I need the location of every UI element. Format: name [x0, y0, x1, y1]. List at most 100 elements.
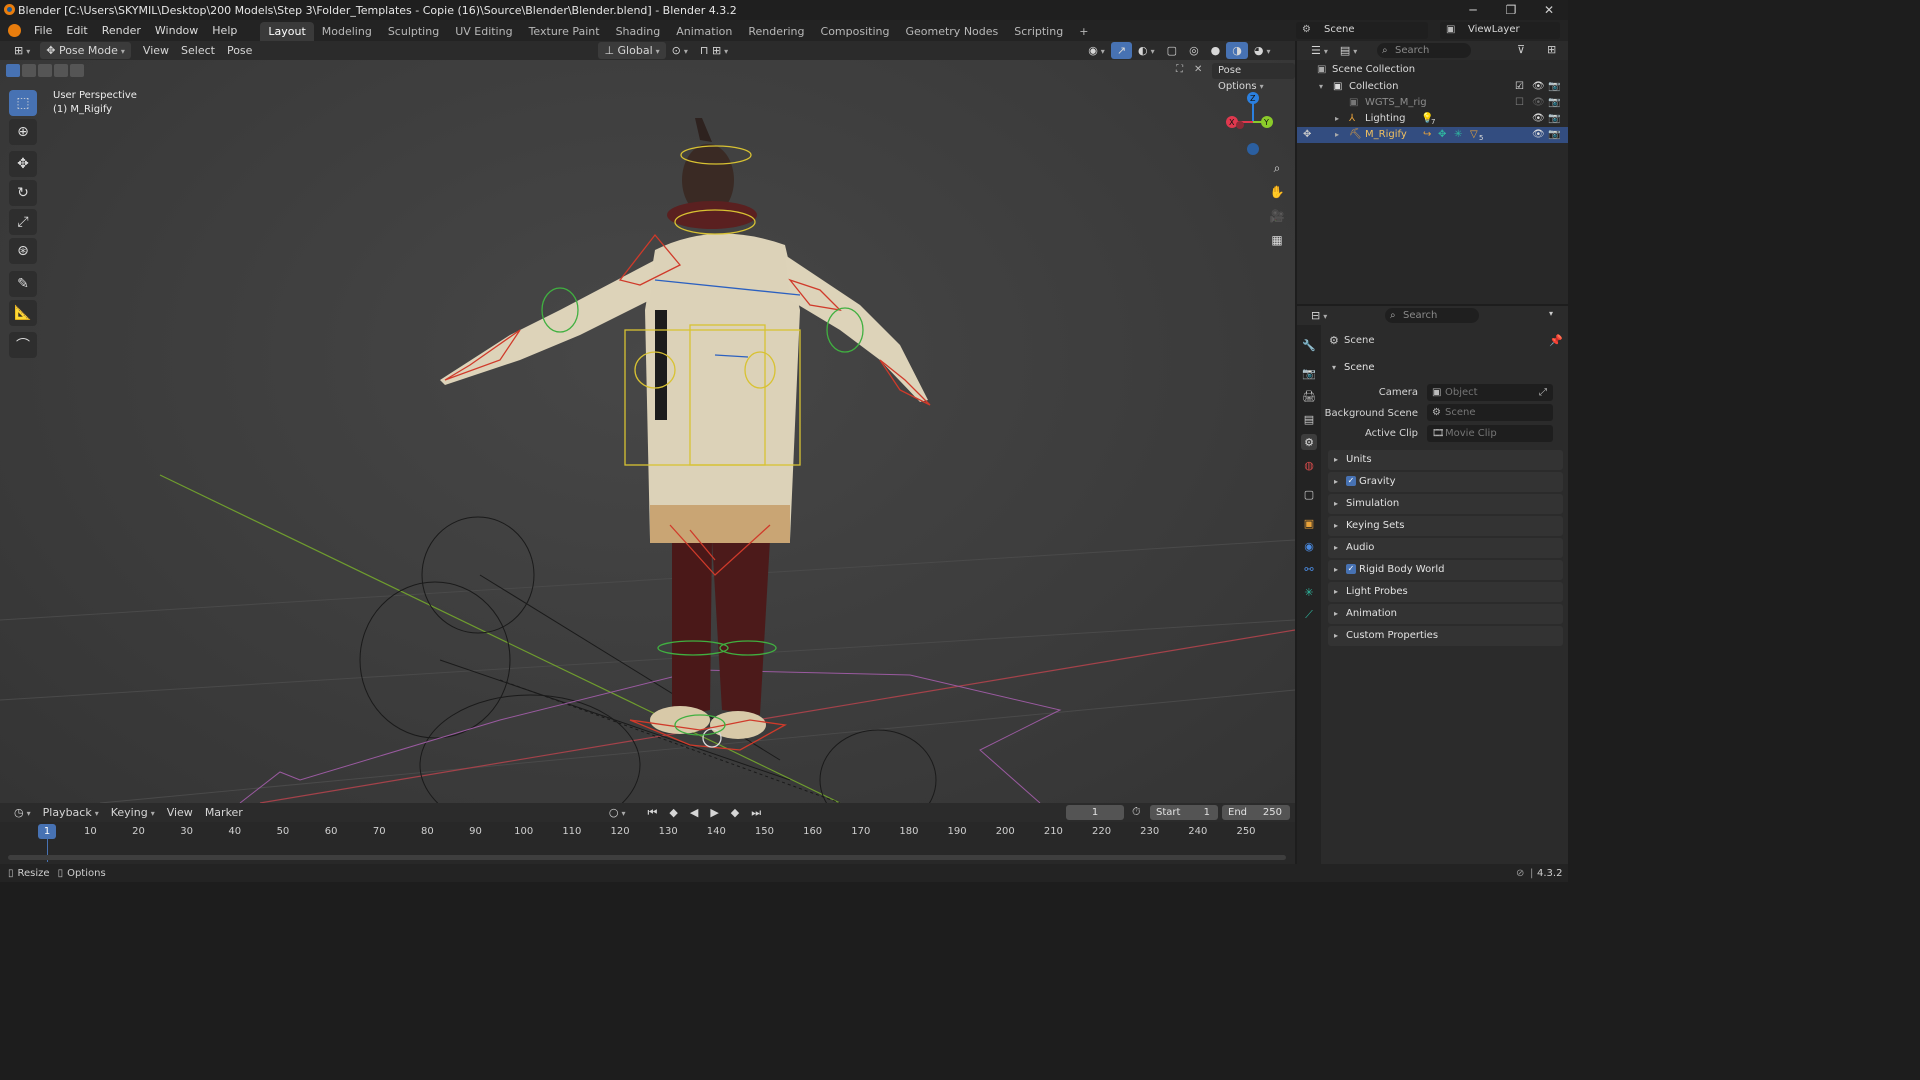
- menu-window[interactable]: Window: [148, 20, 205, 41]
- annotate-tool[interactable]: ✎: [9, 271, 37, 297]
- minimize-button[interactable]: ─: [1454, 0, 1492, 20]
- collection-tab-icon[interactable]: ▢: [1301, 486, 1317, 502]
- roll-tool[interactable]: ⌒: [9, 332, 37, 358]
- move-tool[interactable]: ✥: [9, 151, 37, 177]
- scene-tab-icon[interactable]: ⚙: [1301, 434, 1317, 450]
- tab-sculpting[interactable]: Sculpting: [380, 22, 447, 41]
- visibility-icon[interactable]: ◉ ▾: [1082, 42, 1111, 59]
- measure-tool[interactable]: 📐: [9, 300, 37, 326]
- outliner-row-collection[interactable]: ▾ ▣ Collection ☑ 👁 📷: [1297, 79, 1568, 95]
- select-box-tool[interactable]: ⬚: [9, 90, 37, 116]
- output-tab-icon[interactable]: 🖨: [1301, 388, 1317, 404]
- outliner-editor-icon[interactable]: ☰ ▾: [1305, 42, 1334, 59]
- panel-animation[interactable]: ▸ Animation: [1328, 604, 1563, 624]
- outliner-search-input[interactable]: ⌕ Search: [1377, 43, 1471, 58]
- camera-render-icon[interactable]: 📷: [1548, 111, 1560, 127]
- shading-rendered-icon[interactable]: ◕ ▾: [1248, 42, 1277, 59]
- scale-tool[interactable]: ⤢: [9, 209, 37, 235]
- panel-rigid-body-world[interactable]: ▸ ✓ Rigid Body World: [1328, 560, 1563, 580]
- rotate-tool[interactable]: ↻: [9, 180, 37, 206]
- physics-tab-icon[interactable]: ◉: [1301, 538, 1317, 554]
- select-subtract-icon[interactable]: [38, 64, 52, 77]
- bone-tab-icon[interactable]: ⟋: [1301, 607, 1317, 623]
- object-tab-icon[interactable]: ▣: [1301, 515, 1317, 531]
- outliner-row-wgts[interactable]: ▣ WGTS_M_rig ☐ 👁 📷: [1297, 95, 1568, 111]
- select-intersect-icon[interactable]: [70, 64, 84, 77]
- menu-edit[interactable]: Edit: [59, 20, 94, 41]
- transform-tool[interactable]: ⊛: [9, 238, 37, 264]
- expand-arrow-icon[interactable]: ▾: [1319, 79, 1323, 95]
- tab-rendering[interactable]: Rendering: [740, 22, 812, 41]
- select-invert-icon[interactable]: [54, 64, 68, 77]
- jump-start-icon[interactable]: ⏮: [641, 804, 663, 821]
- add-workspace-button[interactable]: +: [1071, 22, 1096, 41]
- xray-icon[interactable]: ▢: [1161, 42, 1183, 59]
- 3d-viewport[interactable]: ⬚ ⊕ ✥ ↻ ⤢ ⊛ ✎ 📐 ⌒ User Perspective (1) M…: [0, 60, 1295, 803]
- mode-selector[interactable]: ✥ Pose Mode ▾: [40, 42, 131, 59]
- maximize-button[interactable]: ❐: [1492, 0, 1530, 20]
- options-chevron-icon[interactable]: ▾: [1549, 309, 1553, 318]
- outliner-row-scene-collection[interactable]: ▣ Scene Collection: [1297, 62, 1568, 78]
- properties-search-input[interactable]: ⌕ Search: [1385, 308, 1479, 323]
- zoom-icon[interactable]: ⌕: [1266, 157, 1288, 179]
- armature-data-tab-icon[interactable]: ✳: [1301, 584, 1317, 600]
- outliner-row-m-rigify[interactable]: ✥ ▸ ⛏ M_Rigify ↪ ✥ ✳ ▽ 5 👁 📷: [1297, 127, 1568, 143]
- eye-icon[interactable]: 👁: [1532, 95, 1545, 111]
- preview-range-icon[interactable]: ⏱: [1132, 805, 1141, 819]
- display-mode-icon[interactable]: ▤ ▾: [1334, 42, 1363, 59]
- auto-key-icon[interactable]: ○ ▾: [603, 804, 632, 821]
- filter-icon[interactable]: ⊽: [1517, 43, 1525, 56]
- panel-simulation[interactable]: ▸ Simulation: [1328, 494, 1563, 514]
- pan-hand-icon[interactable]: ✋: [1266, 181, 1288, 203]
- tab-uv-editing[interactable]: UV Editing: [447, 22, 520, 41]
- menu-select[interactable]: Select: [175, 42, 221, 59]
- play-reverse-icon[interactable]: ◀: [684, 804, 704, 821]
- menu-marker[interactable]: Marker: [199, 804, 249, 821]
- play-icon[interactable]: ▶: [704, 804, 724, 821]
- tab-shading[interactable]: Shading: [608, 22, 669, 41]
- panel-gravity[interactable]: ▸ ✓ Gravity: [1328, 472, 1563, 492]
- expand-arrow-icon[interactable]: ▸: [1335, 127, 1339, 143]
- shading-solid-icon[interactable]: ●: [1205, 42, 1227, 59]
- blender-menu-icon[interactable]: [8, 24, 21, 37]
- snap-icon[interactable]: ⊓ ⊞ ▾: [694, 42, 734, 59]
- cursor-tool[interactable]: ⊕: [9, 119, 37, 145]
- current-frame-field[interactable]: 1: [1066, 805, 1124, 820]
- camera-render-icon[interactable]: 📷: [1548, 95, 1560, 111]
- camera-render-icon[interactable]: 📷: [1548, 79, 1560, 95]
- menu-view[interactable]: View: [137, 42, 175, 59]
- editor-type-icon[interactable]: ⊞ ▾: [8, 42, 36, 59]
- tab-texture-paint[interactable]: Texture Paint: [521, 22, 608, 41]
- new-collection-icon[interactable]: ⊞: [1547, 43, 1556, 56]
- jump-keyframe-back-icon[interactable]: ◆: [663, 804, 683, 821]
- view-layer-tab-icon[interactable]: ▤: [1301, 411, 1317, 427]
- properties-editor-icon[interactable]: ⊟ ▾: [1305, 307, 1333, 324]
- gizmo-toggle-icon[interactable]: ↗: [1110, 42, 1133, 59]
- tab-layout[interactable]: Layout: [260, 22, 314, 41]
- panel-custom-properties[interactable]: ▸ Custom Properties: [1328, 626, 1563, 646]
- end-frame-field[interactable]: End 250: [1222, 805, 1290, 820]
- tab-geometry-nodes[interactable]: Geometry Nodes: [897, 22, 1006, 41]
- timeline-editor-icon[interactable]: ◷ ▾: [8, 804, 37, 821]
- menu-file[interactable]: File: [27, 20, 59, 41]
- panel-light-probes[interactable]: ▸ Light Probes: [1328, 582, 1563, 602]
- pivot-icon[interactable]: ⊙ ▾: [666, 42, 694, 59]
- constraints-tab-icon[interactable]: ⚯: [1301, 561, 1317, 577]
- tab-scripting[interactable]: Scripting: [1006, 22, 1071, 41]
- ortho-grid-icon[interactable]: ▦: [1266, 229, 1288, 251]
- shading-wireframe-icon[interactable]: ◎: [1183, 42, 1205, 59]
- select-new-icon[interactable]: [6, 64, 20, 77]
- close-button[interactable]: ✕: [1530, 0, 1568, 20]
- tab-compositing[interactable]: Compositing: [813, 22, 898, 41]
- view-layer-selector[interactable]: ▣ ViewLayer: [1440, 22, 1560, 39]
- timeline-area[interactable]: 1 10 20 30 40 50 60 70 80 90 100 110 120 130 140 150 160…: [0, 822, 1295, 864]
- eyedropper-icon[interactable]: ⤢: [1539, 384, 1547, 401]
- rigid-body-world-checkbox[interactable]: ✓: [1346, 564, 1356, 574]
- viewport-scene[interactable]: [0, 60, 1295, 803]
- tab-modeling[interactable]: Modeling: [314, 22, 380, 41]
- render-tab-icon[interactable]: 📷: [1301, 365, 1317, 381]
- active-clip-field[interactable]: 🎞 Movie Clip: [1427, 425, 1553, 442]
- exclude-checkbox-icon[interactable]: ☑: [1515, 79, 1524, 95]
- menu-playback[interactable]: Playback ▾: [37, 804, 105, 821]
- overlay-toggle-icon[interactable]: ◐ ▾: [1132, 42, 1161, 59]
